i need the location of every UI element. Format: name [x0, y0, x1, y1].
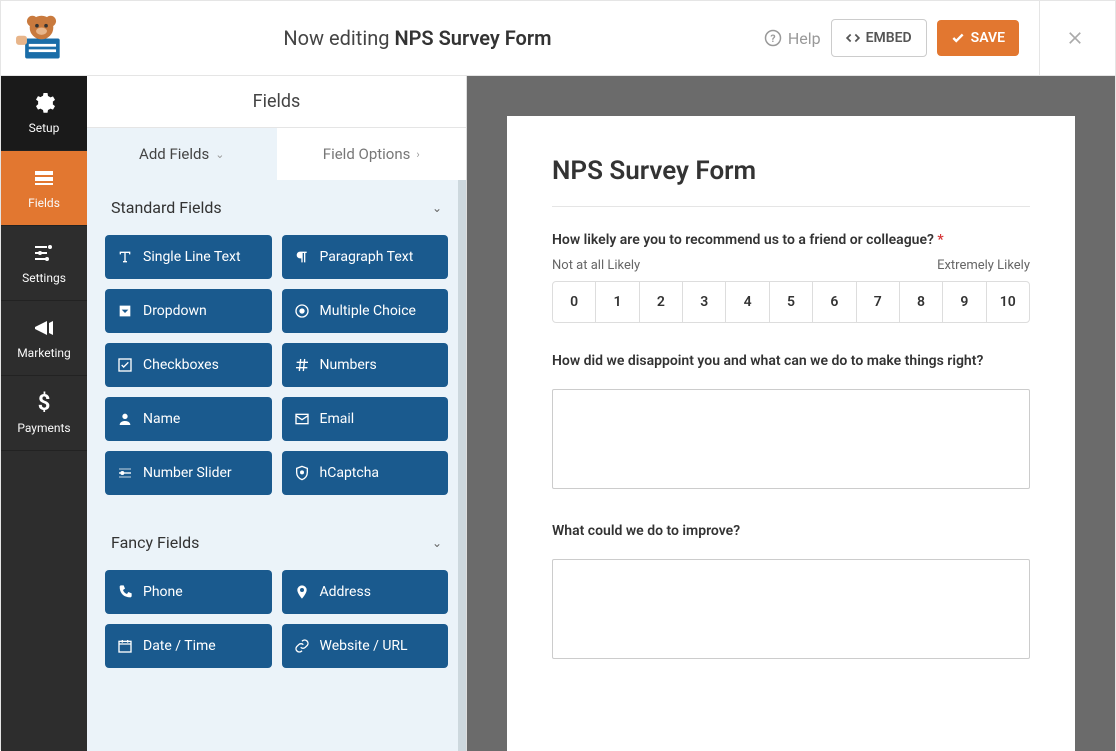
brand-logo	[11, 11, 71, 66]
mail-icon	[294, 411, 310, 427]
chevron-right-icon: ›	[416, 148, 419, 161]
page-title: Now editing NPS Survey Form	[71, 26, 764, 50]
fields-panel: Fields Add Fields⌄ Field Options› Standa…	[87, 76, 467, 751]
scale-4[interactable]: 4	[726, 282, 769, 322]
scale-3[interactable]: 3	[683, 282, 726, 322]
nav-payments[interactable]: $ Payments	[1, 376, 87, 451]
svg-text:$: $	[38, 391, 51, 415]
nav-marketing[interactable]: Marketing	[1, 301, 87, 376]
field-dropdown[interactable]: Dropdown	[105, 289, 272, 333]
field-email[interactable]: Email	[282, 397, 449, 441]
field-single-line-text[interactable]: Single Line Text	[105, 235, 272, 279]
textarea-disappoint[interactable]	[552, 389, 1030, 489]
scale-6[interactable]: 6	[813, 282, 856, 322]
field-numbers[interactable]: Numbers	[282, 343, 449, 387]
chevron-down-icon: ⌄	[215, 148, 224, 161]
text-icon	[117, 249, 133, 265]
field-phone[interactable]: Phone	[105, 570, 272, 614]
phone-icon	[117, 584, 133, 600]
field-paragraph-text[interactable]: Paragraph Text	[282, 235, 449, 279]
help-link[interactable]: ? Help	[764, 29, 821, 48]
close-button[interactable]	[1039, 1, 1095, 76]
scale-7[interactable]: 7	[857, 282, 900, 322]
scale-10[interactable]: 10	[987, 282, 1029, 322]
user-icon	[117, 411, 133, 427]
form-canvas: NPS Survey Form How likely are you to re…	[467, 76, 1115, 751]
section-title: Fields	[87, 76, 466, 128]
field-hcaptcha[interactable]: hCaptcha	[282, 451, 449, 495]
side-nav: Setup Fields Settings Marketing $ Paymen…	[1, 76, 87, 751]
scale-0[interactable]: 0	[553, 282, 596, 322]
check-icon	[117, 357, 133, 373]
field-date-time[interactable]: Date / Time	[105, 624, 272, 668]
scale-5[interactable]: 5	[770, 282, 813, 322]
field-number-slider[interactable]: Number Slider	[105, 451, 272, 495]
nps-scale[interactable]: 012345678910	[552, 281, 1030, 323]
tab-add-fields[interactable]: Add Fields⌄	[87, 128, 277, 180]
svg-text:?: ?	[770, 32, 775, 45]
form-title[interactable]: NPS Survey Form	[552, 156, 1030, 186]
chevron-down-icon: ⌄	[432, 536, 442, 550]
paragraph-icon	[294, 249, 310, 265]
nav-settings[interactable]: Settings	[1, 226, 87, 301]
calendar-icon	[117, 638, 133, 654]
field-name[interactable]: Name	[105, 397, 272, 441]
group-fancy-fields[interactable]: Fancy Fields⌄	[87, 515, 466, 570]
scale-9[interactable]: 9	[943, 282, 986, 322]
slider-icon	[117, 465, 133, 481]
tab-field-options[interactable]: Field Options›	[277, 128, 467, 180]
scale-8[interactable]: 8	[900, 282, 943, 322]
radio-icon	[294, 303, 310, 319]
question-nps[interactable]: How likely are you to recommend us to a …	[552, 232, 1030, 248]
nav-setup[interactable]: Setup	[1, 76, 87, 151]
shield-icon	[294, 465, 310, 481]
form-preview: NPS Survey Form How likely are you to re…	[507, 116, 1075, 751]
group-standard-fields[interactable]: Standard Fields⌄	[87, 180, 466, 235]
nav-fields[interactable]: Fields	[1, 151, 87, 226]
pin-icon	[294, 584, 310, 600]
field-multiple-choice[interactable]: Multiple Choice	[282, 289, 449, 333]
save-button[interactable]: SAVE	[937, 20, 1019, 56]
scale-1[interactable]: 1	[596, 282, 639, 322]
textarea-improve[interactable]	[552, 559, 1030, 659]
scale-labels: Not at all LikelyExtremely Likely	[552, 258, 1030, 273]
scale-2[interactable]: 2	[640, 282, 683, 322]
hash-icon	[294, 357, 310, 373]
link-icon	[294, 638, 310, 654]
chevron-down-icon: ⌄	[432, 201, 442, 215]
field-checkboxes[interactable]: Checkboxes	[105, 343, 272, 387]
field-website-url[interactable]: Website / URL	[282, 624, 449, 668]
field-address[interactable]: Address	[282, 570, 449, 614]
topbar: Now editing NPS Survey Form ? Help EMBED…	[1, 1, 1115, 76]
question-disappoint[interactable]: How did we disappoint you and what can w…	[552, 353, 1030, 369]
divider	[552, 206, 1030, 207]
question-improve[interactable]: What could we do to improve?	[552, 523, 1030, 539]
dropdown-icon	[117, 303, 133, 319]
embed-button[interactable]: EMBED	[831, 19, 927, 57]
